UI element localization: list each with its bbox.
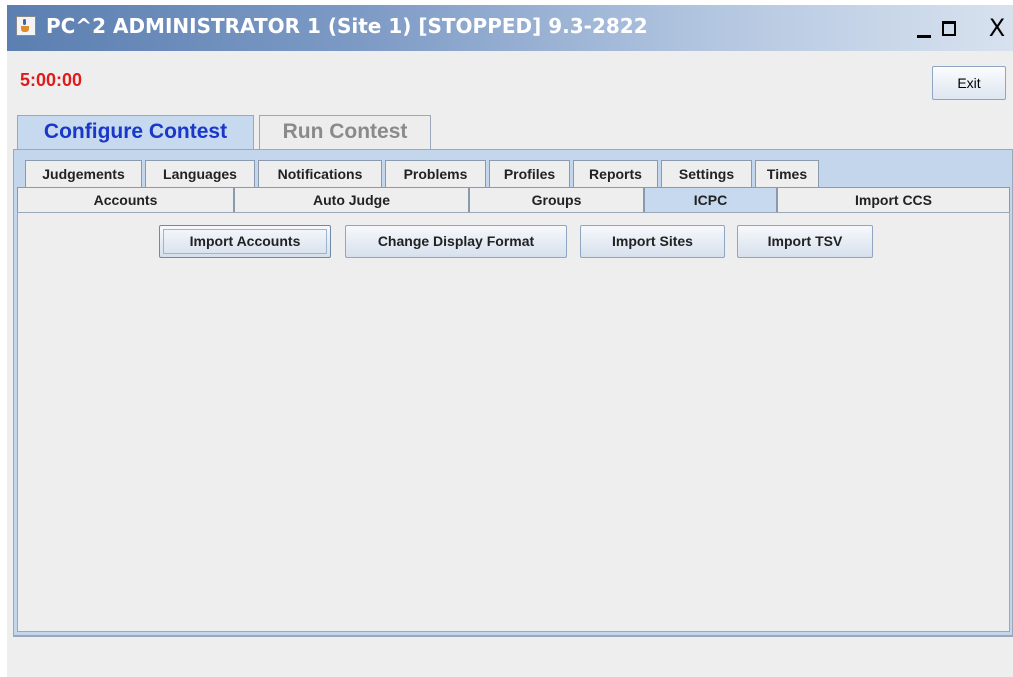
import-tsv-button[interactable]: Import TSV [737,225,873,258]
tab-run-contest[interactable]: Run Contest [259,115,431,149]
tab-auto-judge[interactable]: Auto Judge [234,187,469,212]
tab-settings[interactable]: Settings [661,160,752,187]
window-title: PC^2 ADMINISTRATOR 1 (Site 1) [STOPPED] … [46,14,648,38]
tab-configure-contest[interactable]: Configure Contest [17,115,254,149]
close-icon: X [988,14,1006,42]
tab-groups[interactable]: Groups [469,187,644,212]
tab-icpc[interactable]: ICPC [644,187,777,212]
exit-button[interactable]: Exit [932,66,1006,100]
import-sites-button[interactable]: Import Sites [580,225,725,258]
tab-reports[interactable]: Reports [573,160,658,187]
status-bar [13,638,1013,677]
minimize-icon [917,35,931,38]
minimize-button[interactable] [914,18,935,40]
import-accounts-label: Import Accounts [189,233,301,249]
tab-languages[interactable]: Languages [145,160,255,187]
tab-accounts[interactable]: Accounts [17,187,234,212]
tab-judgements[interactable]: Judgements [25,160,142,187]
close-button[interactable]: X [985,16,1009,40]
title-bar[interactable]: PC^2 ADMINISTRATOR 1 (Site 1) [STOPPED] … [7,5,1013,51]
tab-notifications[interactable]: Notifications [258,160,382,187]
maximize-button[interactable] [939,18,960,40]
application-window: PC^2 ADMINISTRATOR 1 (Site 1) [STOPPED] … [7,5,1013,677]
status-separator [13,636,1013,637]
maximize-icon [942,21,956,36]
contest-timer: 5:00:00 [20,70,83,90]
change-display-format-button[interactable]: Change Display Format [345,225,567,258]
icpc-content-pane [17,212,1010,632]
java-coffee-cup-icon[interactable] [16,16,36,36]
tab-problems[interactable]: Problems [385,160,486,187]
tab-profiles[interactable]: Profiles [489,160,570,187]
tab-times[interactable]: Times [755,160,819,187]
import-accounts-button[interactable]: Import Accounts [159,225,331,258]
tab-import-ccs[interactable]: Import CCS [777,187,1010,212]
